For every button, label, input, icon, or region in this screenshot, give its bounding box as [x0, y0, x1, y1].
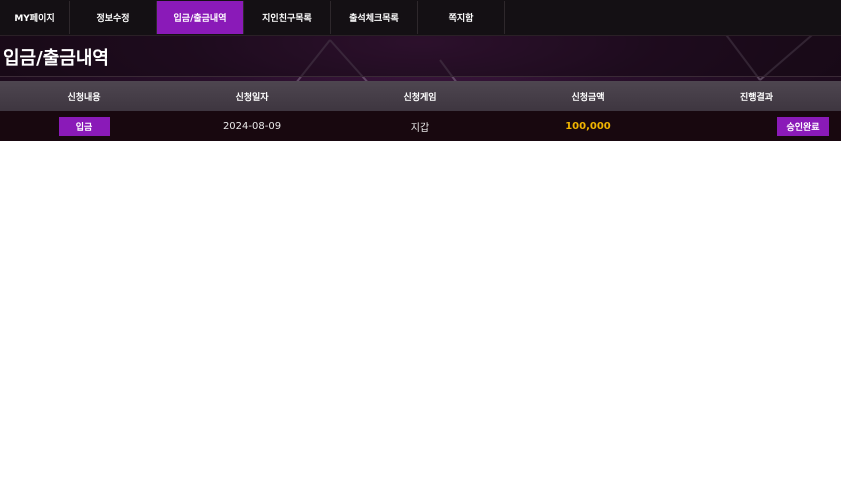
tab-deposit-withdraw-history[interactable]: 입금/출금내역: [157, 1, 244, 34]
column-header-type: 신청내용: [67, 92, 101, 103]
tab-mypage[interactable]: MY페이지: [0, 1, 70, 34]
column-header-date: 신청일자: [235, 92, 269, 103]
status-badge: 승인완료: [777, 116, 829, 136]
tab-bar: MY페이지 정보수정 입금/출금내역 지인친구목록 출석체크목록 쪽지함: [0, 0, 841, 36]
title-bar: 입금/출금내역: [0, 36, 841, 77]
table-row: 입금 2024-08-09 지갑 100,000 승인완료: [0, 111, 841, 141]
cell-game: 지갑: [410, 122, 430, 134]
column-header-game: 신청게임: [403, 92, 437, 103]
tab-attendance-list[interactable]: 출석체크목록: [331, 1, 418, 34]
tab-messages[interactable]: 쪽지함: [418, 1, 505, 34]
tab-edit-info[interactable]: 정보수정: [70, 1, 157, 34]
content-panel: MY페이지 정보수정 입금/출금내역 지인친구목록 출석체크목록 쪽지함 입금/…: [0, 0, 841, 141]
table-header: 신청내용 신청일자 신청게임 신청금액 진행결과: [0, 81, 841, 111]
tab-friends-list[interactable]: 지인친구목록: [244, 1, 331, 34]
cell-type: 입금: [0, 116, 168, 136]
cell-amount: 100,000: [565, 120, 611, 132]
column-header-status: 진행결과: [739, 92, 774, 103]
column-header-amount: 신청금액: [571, 92, 605, 103]
page-title: 입금/출금내역: [3, 48, 109, 69]
cell-date: 2024-08-09: [222, 120, 282, 132]
type-badge: 입금: [58, 116, 110, 136]
cell-status: 승인완료: [672, 116, 841, 136]
